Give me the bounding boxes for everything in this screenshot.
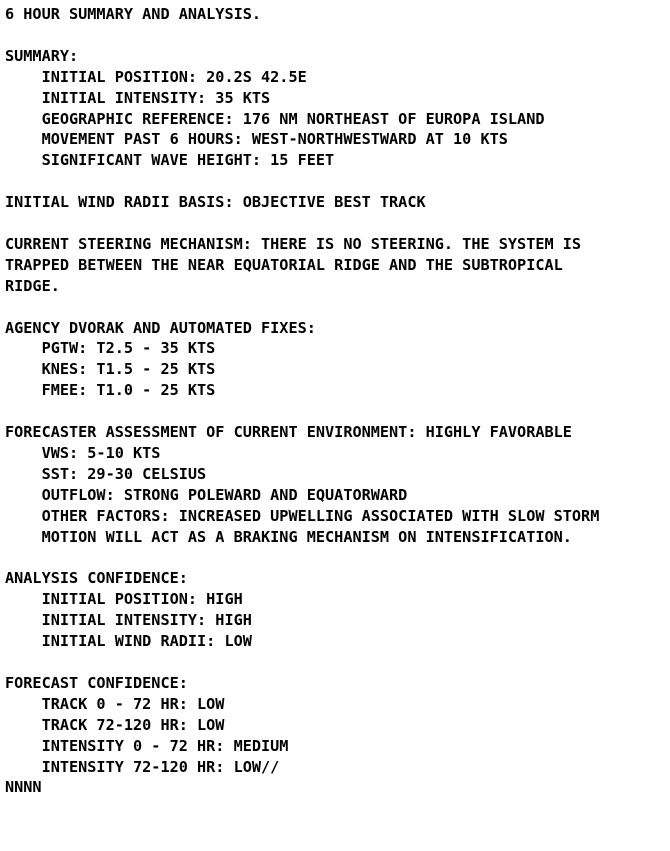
text-line: VWS: 5-10 KTS — [5, 443, 161, 462]
text-line: FORECASTER ASSESSMENT OF CURRENT ENVIRON… — [5, 423, 572, 442]
text-line: CURRENT STEERING MECHANISM: THERE IS NO … — [5, 234, 582, 253]
text-line: INITIAL WIND RADII BASIS: OBJECTIVE BEST… — [5, 193, 426, 212]
text-line: FORECAST CONFIDENCE: — [5, 673, 188, 692]
text-line: INITIAL INTENSITY: HIGH — [5, 611, 252, 630]
text-line: INTENSITY 72-120 HR: LOW// — [5, 757, 280, 776]
text-line: TRAPPED BETWEEN THE NEAR EQUATORIAL RIDG… — [5, 255, 563, 274]
text-line: SIGNIFICANT WAVE HEIGHT: 15 FEET — [5, 151, 335, 170]
text-line: INITIAL WIND RADII: LOW — [5, 632, 252, 651]
text-line: OTHER FACTORS: INCREASED UPWELLING ASSOC… — [5, 506, 600, 525]
text-line: SUMMARY: — [5, 46, 79, 65]
text-line: NNNN — [5, 778, 42, 797]
text-line: INITIAL POSITION: HIGH — [5, 590, 243, 609]
text-line: MOVEMENT PAST 6 HOURS: WEST-NORTHWESTWAR… — [5, 130, 508, 149]
text-line: AGENCY DVORAK AND AUTOMATED FIXES: — [5, 318, 316, 337]
text-line: MOTION WILL ACT AS A BRAKING MECHANISM O… — [5, 527, 572, 546]
text-line: PGTW: T2.5 - 35 KTS — [5, 339, 216, 358]
text-line: FMEE: T1.0 - 25 KTS — [5, 381, 216, 400]
text-line: RIDGE. — [5, 276, 60, 295]
text-bulletin-document[interactable]: 6 HOUR SUMMARY AND ANALYSIS. SUMMARY: INI… — [0, 0, 670, 851]
bulletin-text-body[interactable]: 6 HOUR SUMMARY AND ANALYSIS. SUMMARY: INI… — [5, 4, 599, 798]
text-line: INITIAL INTENSITY: 35 KTS — [5, 88, 271, 107]
text-line: KNES: T1.5 - 25 KTS — [5, 360, 216, 379]
text-line: ANALYSIS CONFIDENCE: — [5, 569, 188, 588]
text-line: OUTFLOW: STRONG POLEWARD AND EQUATORWARD — [5, 485, 408, 504]
text-line: INTENSITY 0 - 72 HR: MEDIUM — [5, 736, 289, 755]
text-line: TRACK 72-120 HR: LOW — [5, 715, 225, 734]
text-line: SST: 29-30 CELSIUS — [5, 464, 207, 483]
text-line: INITIAL POSITION: 20.2S 42.5E — [5, 67, 307, 86]
text-line: 6 HOUR SUMMARY AND ANALYSIS. — [5, 5, 262, 23]
text-line: TRACK 0 - 72 HR: LOW — [5, 694, 225, 713]
text-line: GEOGRAPHIC REFERENCE: 176 NM NORTHEAST O… — [5, 109, 545, 128]
